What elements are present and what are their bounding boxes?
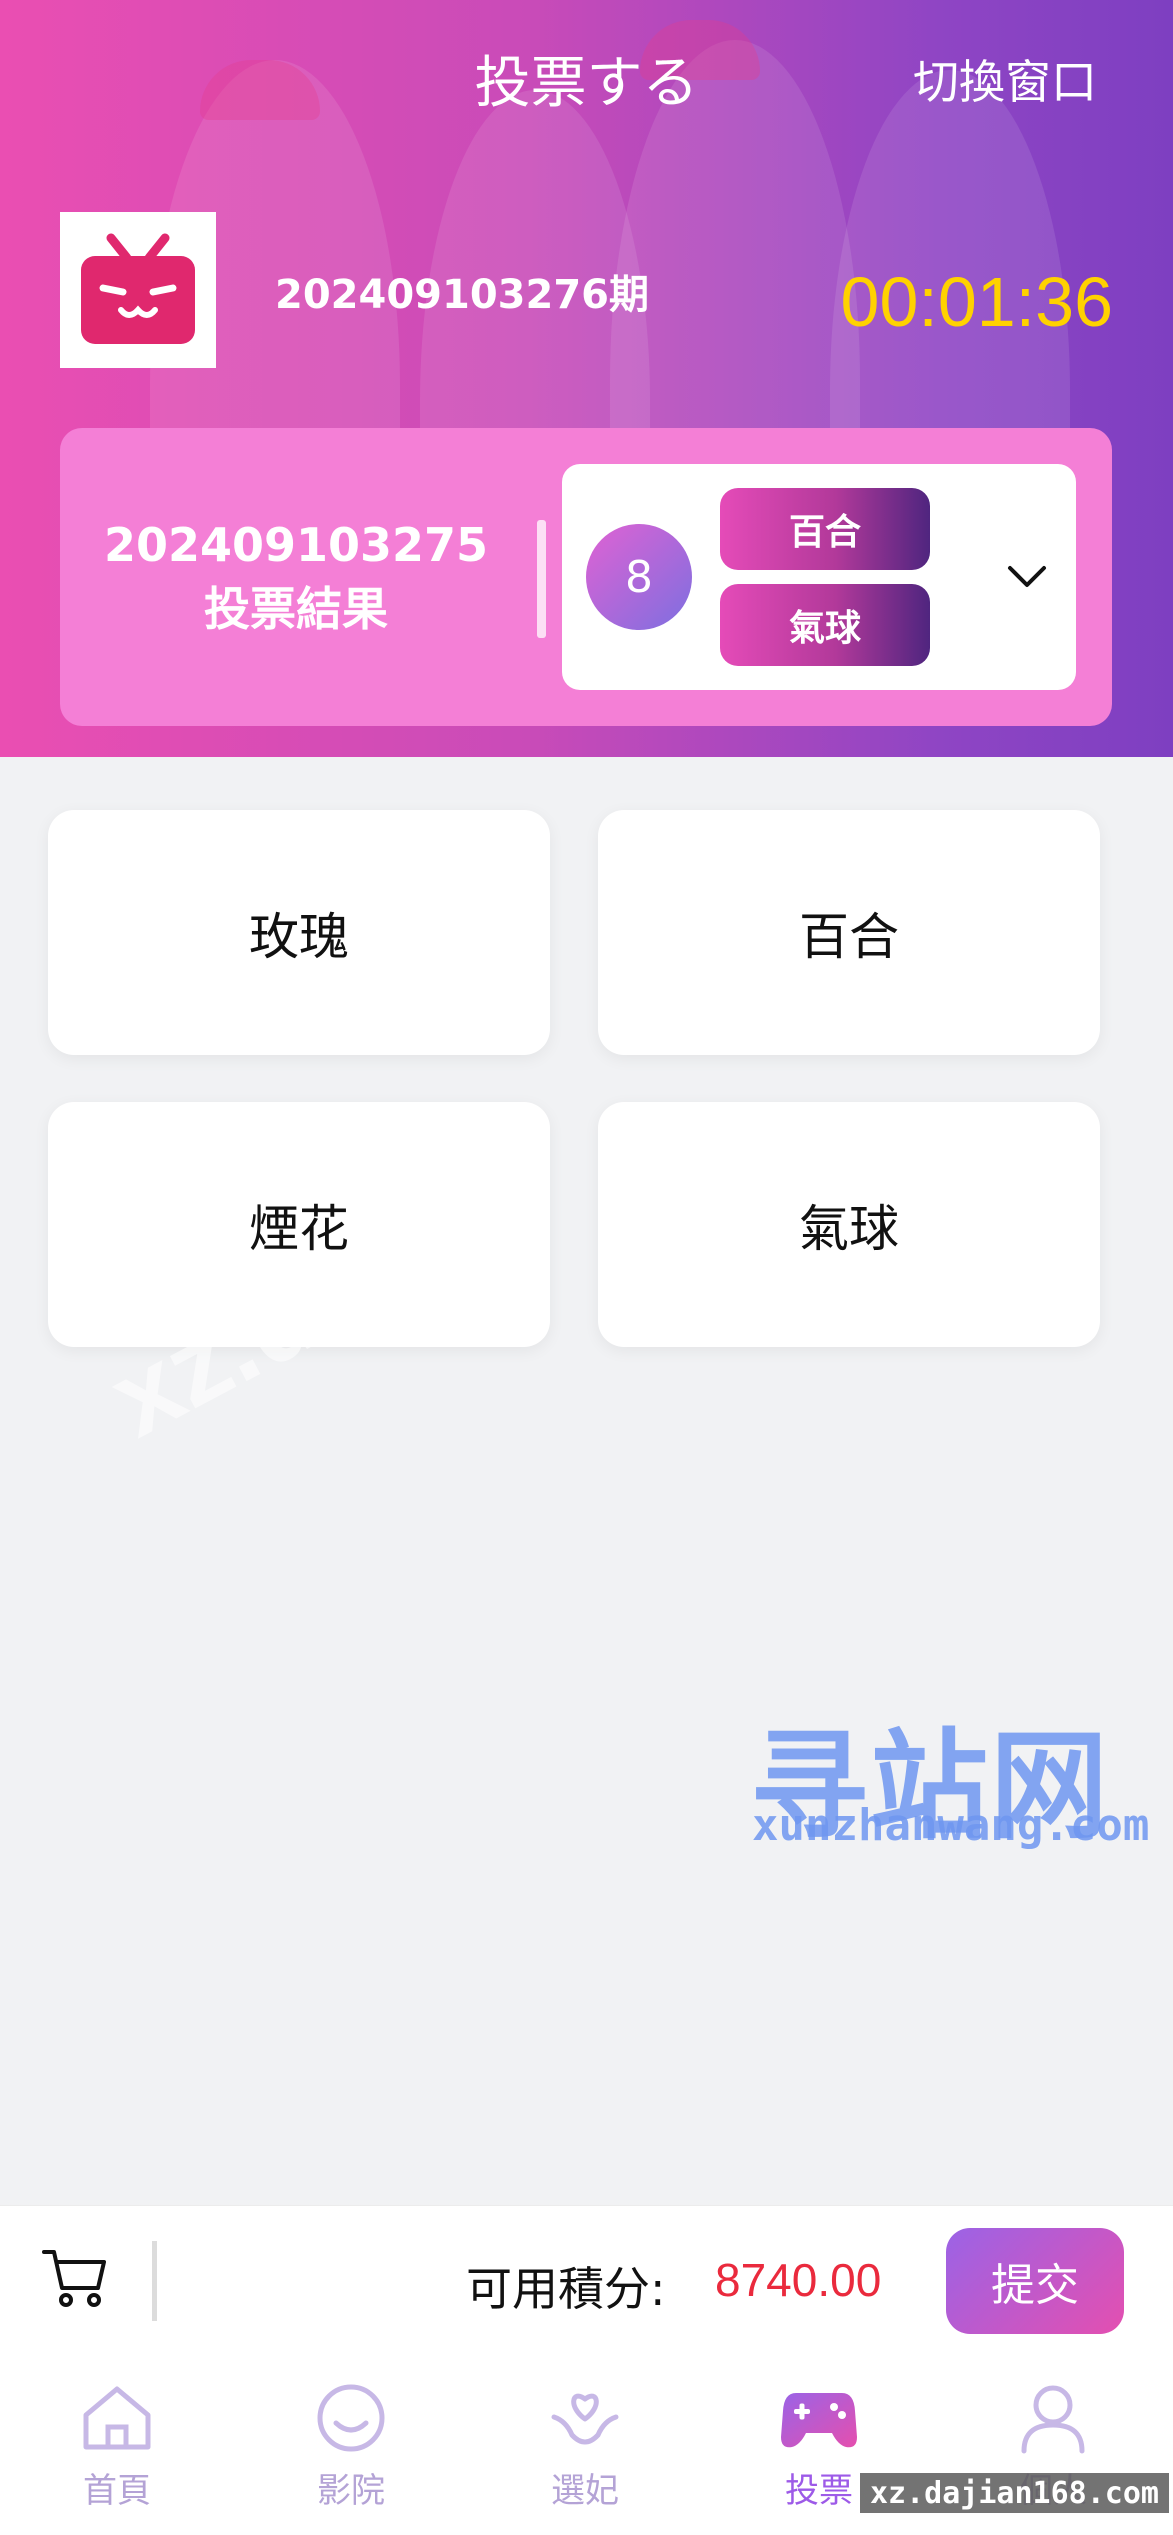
smile-icon	[317, 2384, 385, 2452]
header: 投票する 切換窗口 202409103276期 00:01:36 2024091…	[0, 0, 1173, 757]
last-result-card: 202409103275 投票結果 8 百合 氣球	[60, 428, 1112, 726]
current-period: 202409103276期	[275, 272, 649, 318]
chevron-down-icon[interactable]	[1002, 552, 1052, 602]
divider	[152, 2241, 157, 2321]
result-number-ball: 8	[586, 524, 692, 630]
tab-label: 選妃	[551, 2471, 619, 2511]
cart-icon[interactable]	[40, 2244, 110, 2310]
last-result-title: 202409103275 投票結果	[60, 428, 532, 726]
heart-hand-icon	[551, 2393, 619, 2445]
countdown-timer: 00:01:36	[840, 263, 1113, 341]
vote-option-balloon[interactable]: 氣球	[598, 1102, 1100, 1347]
last-result-dropdown[interactable]: 8 百合 氣球	[562, 464, 1076, 690]
tab-select[interactable]: 選妃	[468, 2355, 702, 2535]
user-icon	[1021, 2385, 1085, 2454]
tab-home[interactable]: 首頁	[0, 2355, 234, 2535]
home-icon	[83, 2386, 151, 2450]
lottery-logo	[60, 212, 216, 368]
points-label: 可用積分:	[466, 2262, 666, 2316]
watermark-badge: xz.dajian168.com	[860, 2473, 1169, 2513]
submit-button[interactable]: 提交	[946, 2228, 1124, 2334]
result-tag: 百合	[720, 488, 930, 570]
vote-option-lily[interactable]: 百合	[598, 810, 1100, 1055]
divider	[537, 520, 546, 638]
tab-label: 影院	[317, 2471, 385, 2511]
watermark-url: xunzhanwang.com	[752, 1800, 1150, 1851]
tv-mascot-icon	[81, 233, 195, 344]
tab-label: 首頁	[83, 2471, 151, 2511]
tab-cinema[interactable]: 影院	[234, 2355, 468, 2535]
result-tag: 氣球	[720, 584, 930, 666]
points-value: 8740.00	[715, 2254, 882, 2306]
submit-bar: 可用積分: 8740.00 提交	[0, 2205, 1173, 2355]
switch-window-link[interactable]: 切換窗口	[913, 46, 1097, 112]
last-result-label: 投票結果	[204, 582, 388, 636]
last-result-period: 202409103275	[103, 518, 489, 572]
vote-option-rose[interactable]: 玫瑰	[48, 810, 550, 1055]
gamepad-icon	[781, 2393, 857, 2448]
tab-label: 投票	[785, 2471, 853, 2511]
